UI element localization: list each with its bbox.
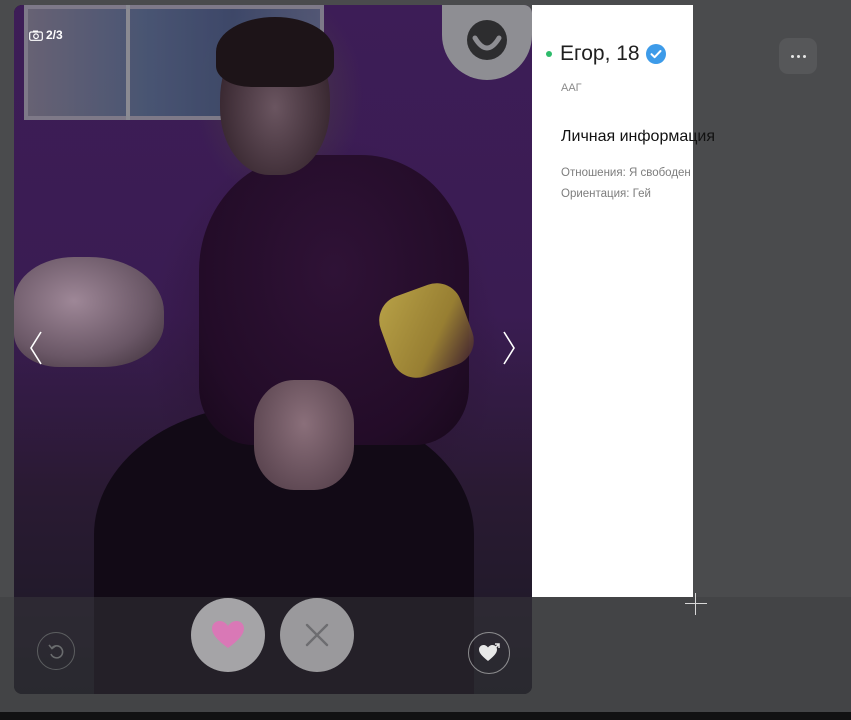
photo-person-hair: [216, 17, 334, 87]
undo-button[interactable]: [37, 632, 75, 670]
photo-counter: 2/3: [29, 28, 63, 42]
section-title-personal-info: Личная информация: [561, 128, 716, 145]
online-status-dot: [546, 51, 552, 57]
close-icon: [305, 623, 329, 647]
dislike-button[interactable]: [280, 598, 354, 672]
crosshair-h: [685, 603, 707, 604]
heart-icon: [212, 621, 244, 648]
dim-overlay: [0, 597, 851, 712]
verified-check-icon: [645, 44, 666, 64]
profile-name: Егор, 18: [560, 42, 640, 65]
menu-dot: [796, 54, 800, 58]
orientation-info: Ориентация: Гей: [561, 188, 651, 200]
profile-info-panel: [532, 5, 693, 597]
poster-divider: [126, 5, 130, 120]
more-menu-button[interactable]: [779, 38, 817, 74]
like-button[interactable]: [191, 598, 265, 672]
chevron-left-icon: [30, 331, 42, 365]
prev-photo-button[interactable]: [26, 328, 46, 368]
photo-card: [14, 5, 532, 694]
camera-icon: [29, 30, 43, 41]
more-horizontal-icon: [790, 54, 794, 58]
profile-subtitle: ААГ: [561, 82, 582, 94]
relationship-info: Отношения: Я свободен: [561, 167, 691, 179]
photo-hand: [254, 380, 354, 490]
menu-dot: [802, 54, 806, 58]
crosshair-v: [695, 593, 696, 615]
heart-arrow-icon: [479, 643, 500, 661]
profile-name-row: Егор, 18: [546, 42, 666, 66]
undo-icon: [48, 644, 64, 659]
superlike-button[interactable]: [468, 632, 510, 674]
next-photo-button[interactable]: [499, 328, 519, 368]
photo-counter-text: 2/3: [46, 28, 63, 42]
bottom-strip: [0, 712, 851, 720]
crosshair-cursor-icon: [685, 593, 707, 615]
profile-photo[interactable]: [14, 5, 532, 694]
chevron-right-icon: [503, 331, 515, 365]
